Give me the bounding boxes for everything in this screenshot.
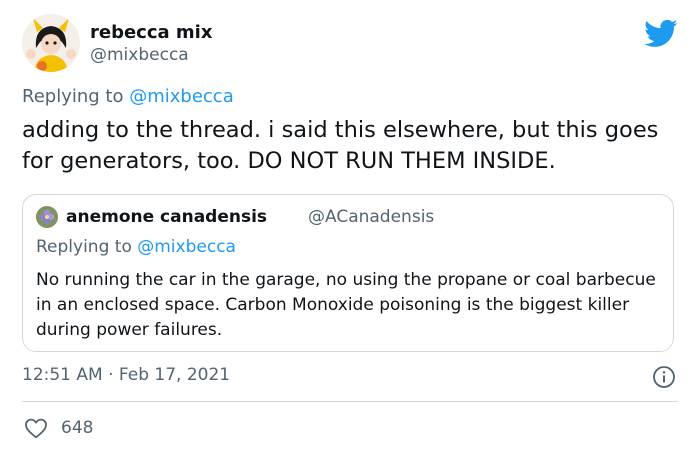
tweet-time: 12:51 AM — [22, 365, 103, 385]
tweet-timestamp[interactable]: 12:51 AM · Feb 17, 2021 — [22, 365, 230, 385]
replying-to-handle-link[interactable]: @mixbecca — [129, 86, 234, 107]
twitter-bird-icon[interactable] — [644, 16, 678, 50]
divider — [22, 401, 678, 402]
like-count: 648 — [61, 418, 94, 438]
quoted-author-name[interactable]: anemone canadensis — [66, 207, 267, 227]
quoted-author-handle[interactable]: @ACanadensis — [308, 207, 434, 227]
quoted-replying-to-label: Replying to — [36, 237, 132, 257]
tweet-text: adding to the thread. i said this elsewh… — [22, 117, 659, 174]
quoted-tweet-text: No running the car in the garage, no usi… — [36, 270, 656, 340]
author-avatar[interactable] — [22, 14, 80, 72]
replying-to-label: Replying to — [22, 86, 124, 107]
quoted-author-avatar[interactable] — [36, 206, 58, 228]
quoted-tweet[interactable]: anemone canadensis @ACanadensis Replying… — [22, 194, 674, 352]
avatar-illustration — [22, 14, 80, 72]
quoted-replying-to-handle-link[interactable]: @mixbecca — [137, 237, 236, 257]
quoted-replying-to-line: Replying to @mixbecca — [36, 237, 236, 257]
quoted-avatar-flower — [36, 206, 58, 228]
heart-icon[interactable] — [24, 417, 48, 439]
author-info: rebecca mix @mixbecca — [90, 22, 212, 66]
author-handle[interactable]: @mixbecca — [90, 44, 212, 66]
tweet-card: rebecca mix @mixbecca Replying to @mixbe… — [0, 0, 700, 456]
author-display-name[interactable]: rebecca mix — [90, 22, 212, 44]
info-icon[interactable] — [652, 365, 676, 389]
replying-to-line: Replying to @mixbecca — [22, 86, 234, 107]
tweet-date: Feb 17, 2021 — [118, 365, 231, 385]
timestamp-separator: · — [108, 365, 114, 385]
tweet-header: rebecca mix @mixbecca — [22, 14, 678, 76]
